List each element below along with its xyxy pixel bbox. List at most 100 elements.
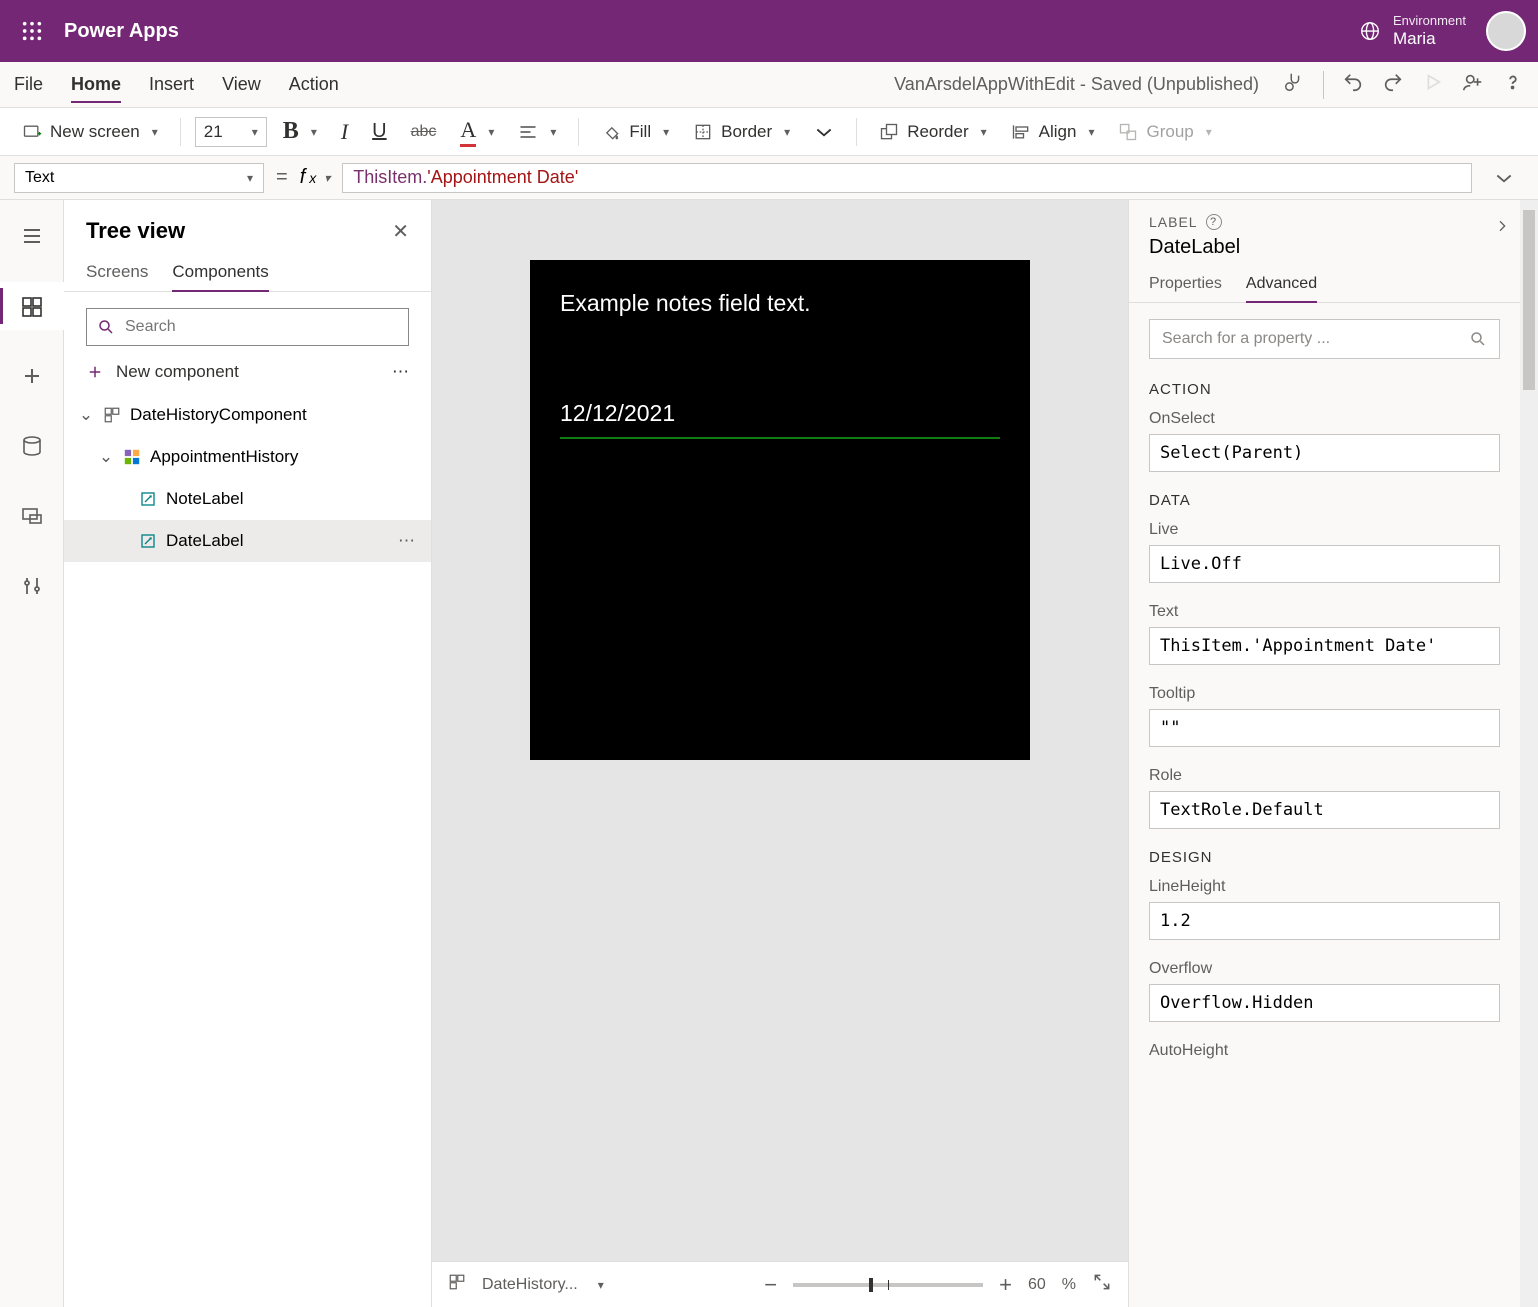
rail-advanced-tools[interactable] [0, 562, 64, 610]
app-title: Power Apps [64, 20, 179, 43]
reorder-button[interactable]: Reorder▾ [871, 118, 994, 146]
tree-item-datehistorycomponent[interactable]: ⌄ DateHistoryComponent [64, 394, 431, 436]
font-color-button[interactable]: A▾ [452, 113, 502, 151]
strikethrough-button[interactable]: abc [403, 119, 445, 145]
app-checker-icon[interactable] [1283, 71, 1305, 98]
field-label-tooltip: Tooltip [1149, 685, 1500, 703]
tree-tab-screens[interactable]: Screens [86, 254, 148, 291]
italic-button[interactable]: I [333, 115, 356, 149]
menu-action[interactable]: Action [289, 74, 339, 95]
chevron-down-icon: ▾ [152, 125, 158, 139]
properties-scrollbar[interactable] [1520, 200, 1538, 1307]
date-label-preview[interactable]: 12/12/2021 [560, 400, 1000, 439]
zoom-slider[interactable] [793, 1283, 983, 1287]
breadcrumb-icon[interactable] [448, 1273, 466, 1296]
expand-formula-button[interactable] [1484, 171, 1524, 185]
paint-bucket-icon [601, 122, 621, 142]
new-screen-button[interactable]: New screen ▾ [14, 118, 166, 146]
field-label-live: Live [1149, 521, 1500, 539]
tree-search-input[interactable] [86, 308, 409, 346]
rail-tree-view[interactable] [0, 282, 64, 330]
gallery-icon [122, 447, 142, 467]
field-input-onselect[interactable]: Select(Parent) [1149, 434, 1500, 472]
info-icon[interactable]: ? [1206, 214, 1222, 230]
tree-view-title: Tree view [86, 218, 185, 244]
fill-button[interactable]: Fill▾ [593, 118, 677, 146]
label-icon [138, 531, 158, 551]
tree-item-notelabel[interactable]: NoteLabel [64, 478, 431, 520]
components-more-button[interactable]: ⋯ [392, 362, 409, 382]
menu-file[interactable]: File [14, 74, 43, 95]
share-button[interactable] [1462, 71, 1484, 98]
tree-item-appointmenthistory[interactable]: ⌄ AppointmentHistory [64, 436, 431, 478]
field-label-role: Role [1149, 767, 1500, 785]
section-design: DESIGN [1129, 843, 1520, 872]
undo-button[interactable] [1342, 71, 1364, 98]
tree-tab-components[interactable]: Components [172, 254, 268, 292]
advanced-tab[interactable]: Advanced [1246, 275, 1317, 303]
section-action: ACTION [1129, 375, 1520, 404]
zoom-in-button[interactable]: + [999, 1272, 1012, 1298]
field-input-text[interactable]: ThisItem.'Appointment Date' [1149, 627, 1500, 665]
menu-view[interactable]: View [222, 74, 261, 95]
environment-name: Maria [1393, 29, 1466, 49]
align-button[interactable]: Align▾ [1003, 118, 1103, 146]
collapse-props-button[interactable] [1494, 218, 1510, 239]
rail-media[interactable] [0, 492, 64, 540]
zoom-unit: % [1062, 1276, 1076, 1294]
component-preview[interactable]: Example notes field text. 12/12/2021 [530, 260, 1030, 760]
field-input-lineheight[interactable]: 1.2 [1149, 902, 1500, 940]
user-avatar[interactable] [1486, 11, 1526, 51]
group-icon [1118, 122, 1138, 142]
search-icon [97, 318, 115, 336]
rail-data[interactable] [0, 422, 64, 470]
font-size-input[interactable]: 21▾ [195, 117, 267, 147]
more-formatting-button[interactable] [806, 118, 842, 146]
control-name[interactable]: DateLabel [1149, 236, 1500, 259]
properties-tab[interactable]: Properties [1149, 275, 1222, 302]
border-button[interactable]: Border▾ [685, 118, 798, 146]
text-align-button[interactable]: ▾ [510, 118, 564, 146]
underline-button[interactable]: U [364, 116, 394, 147]
screen-icon [22, 122, 42, 142]
tree-item-datelabel[interactable]: DateLabel ⋯ [64, 520, 431, 562]
field-input-live[interactable]: Live.Off [1149, 545, 1500, 583]
menu-home[interactable]: Home [71, 74, 121, 103]
new-component-button[interactable]: New component [86, 362, 239, 382]
close-tree-button[interactable]: ✕ [392, 219, 409, 244]
field-label-autoheight: AutoHeight [1149, 1042, 1500, 1060]
equals-sign: = [276, 166, 288, 189]
note-label-preview[interactable]: Example notes field text. [560, 290, 1000, 400]
help-button[interactable] [1502, 71, 1524, 98]
zoom-out-button[interactable]: − [764, 1272, 777, 1298]
field-input-tooltip[interactable]: "" [1149, 709, 1500, 747]
chevron-down-icon: ▾ [247, 171, 253, 185]
tree-search-field[interactable] [125, 318, 398, 336]
field-label-overflow: Overflow [1149, 960, 1500, 978]
rail-hamburger[interactable] [0, 212, 64, 260]
play-button[interactable] [1422, 71, 1444, 98]
app-launcher-icon[interactable] [12, 11, 52, 51]
bold-button[interactable]: B▾ [275, 114, 325, 149]
property-selector[interactable]: Text▾ [14, 163, 264, 193]
align-icon [1011, 122, 1031, 142]
chevron-down-icon: ▾ [252, 125, 258, 139]
environment-label: Environment [1393, 13, 1466, 29]
environment-picker[interactable]: Environment Maria [1359, 13, 1466, 49]
rail-insert[interactable] [0, 352, 64, 400]
fit-to-screen-button[interactable] [1092, 1272, 1112, 1297]
tree-item-more-button[interactable]: ⋯ [398, 531, 415, 551]
new-screen-label: New screen [50, 122, 140, 142]
chevron-down-icon: ⌄ [78, 405, 94, 425]
menu-insert[interactable]: Insert [149, 74, 194, 95]
field-input-role[interactable]: TextRole.Default [1149, 791, 1500, 829]
fx-button[interactable]: fx▾ [300, 166, 331, 189]
redo-button[interactable] [1382, 71, 1404, 98]
formula-input[interactable]: ThisItem.'Appointment Date' [342, 163, 1472, 193]
property-search-input[interactable]: Search for a property ... [1149, 319, 1500, 359]
reorder-icon [879, 122, 899, 142]
chevron-down-icon[interactable]: ▾ [598, 1278, 604, 1292]
section-data: DATA [1129, 486, 1520, 515]
breadcrumb[interactable]: DateHistory... [482, 1276, 578, 1294]
field-input-overflow[interactable]: Overflow.Hidden [1149, 984, 1500, 1022]
